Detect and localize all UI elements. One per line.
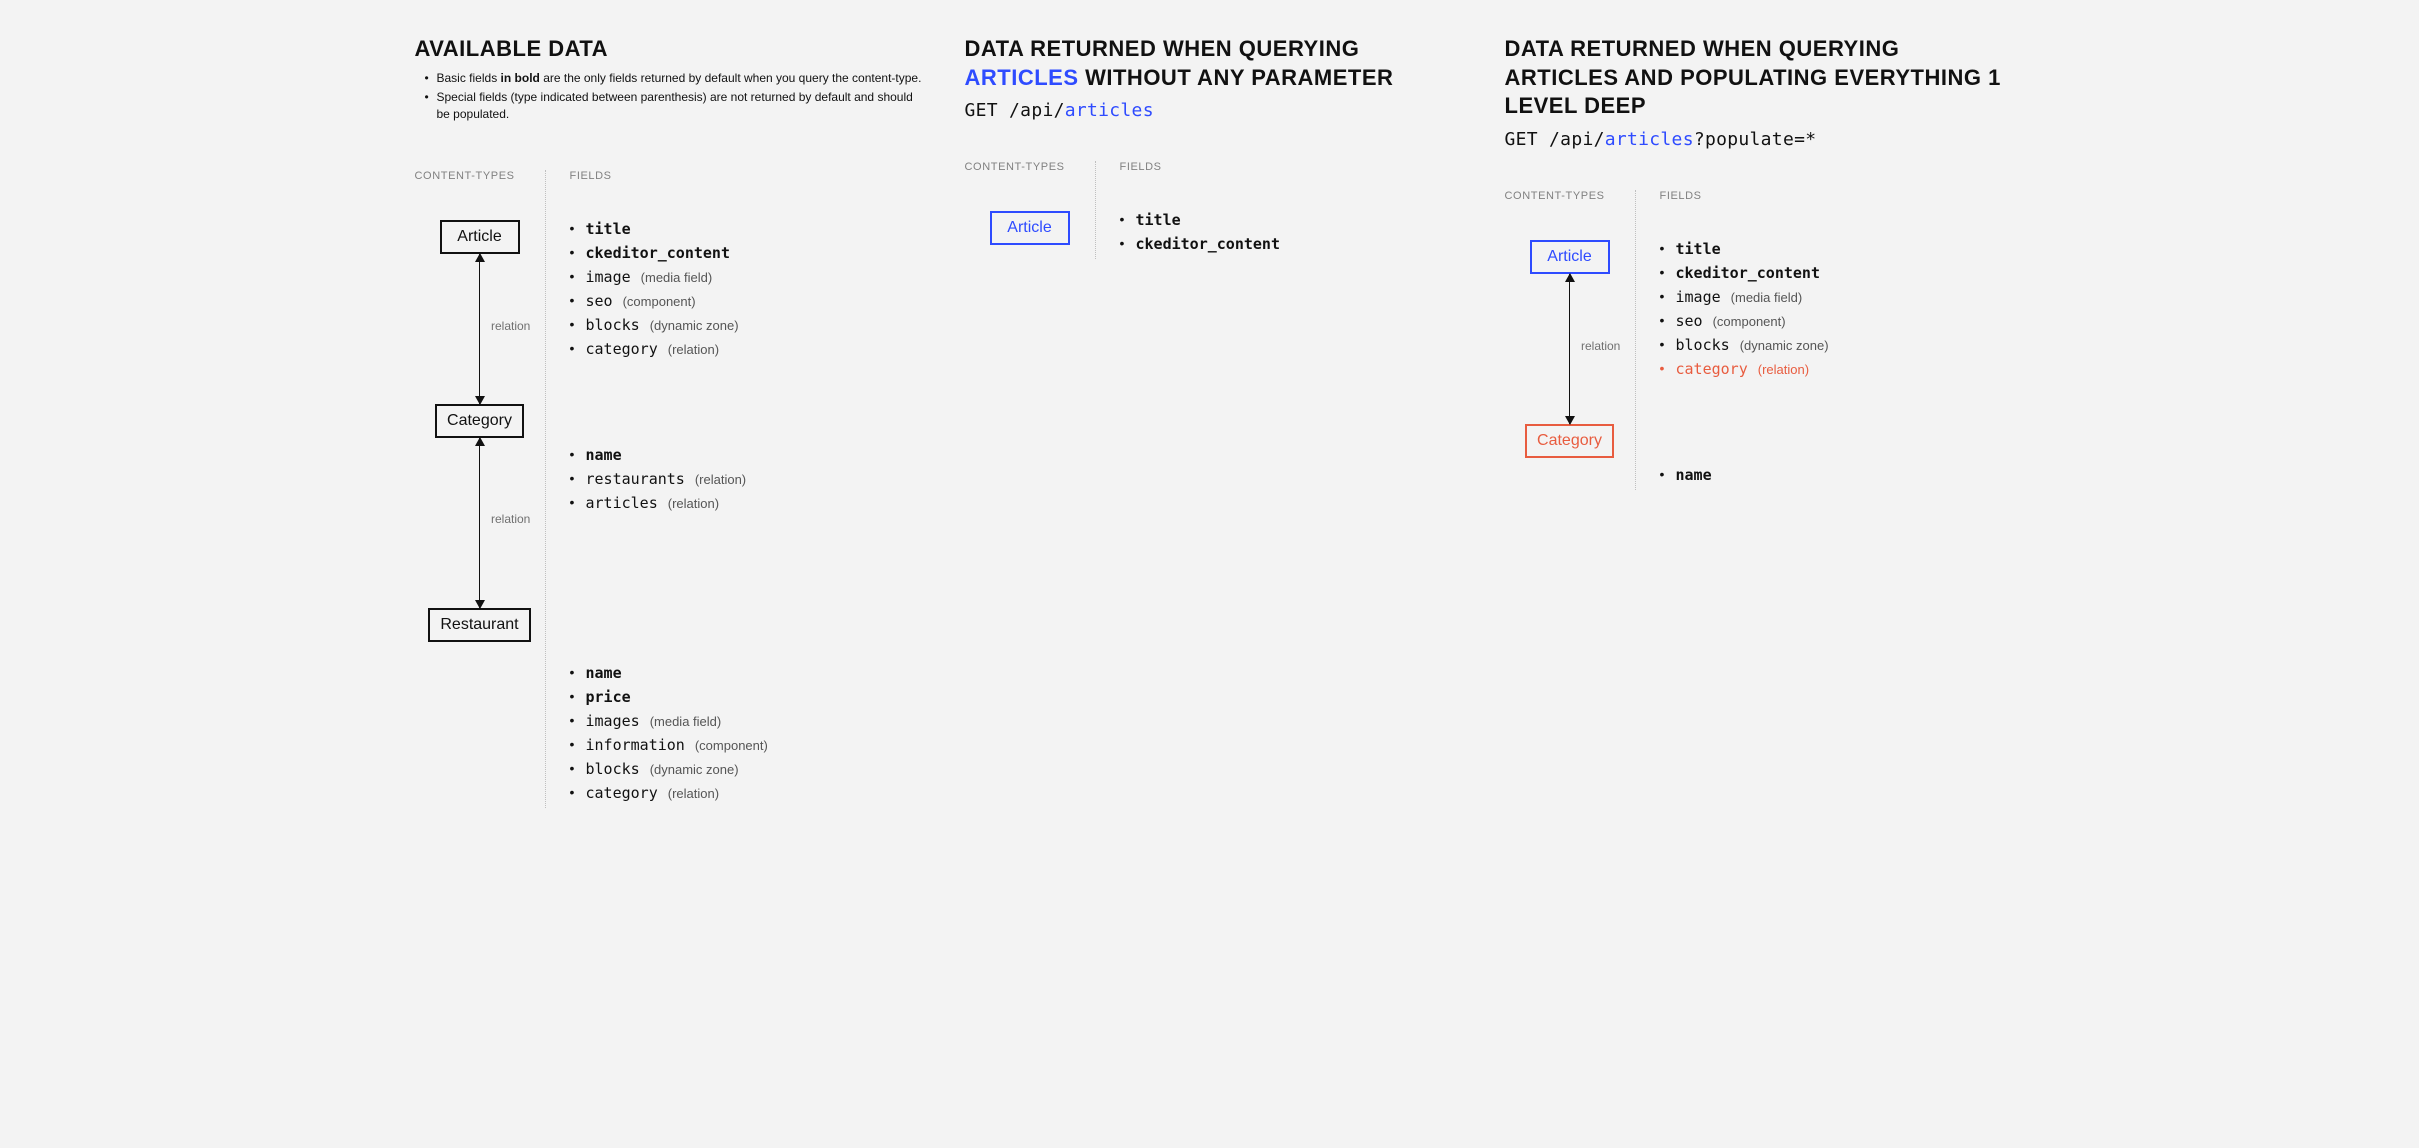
field-list: title ckeditor_content (1120, 211, 1465, 253)
field-item: images(media field) (570, 712, 925, 730)
field-item: blocks(dynamic zone) (570, 760, 925, 778)
fields-column: FIELDS title ckeditor_content (1095, 161, 1465, 259)
field-item: title (1120, 211, 1465, 229)
field-item: title (1660, 240, 2005, 258)
arrow-up-icon (475, 253, 485, 262)
connector-label: relation (491, 512, 530, 526)
field-item: image(media field) (1660, 288, 2005, 306)
field-list: title ckeditor_content image(media field… (1660, 240, 2005, 378)
field-item: blocks(dynamic zone) (570, 316, 925, 334)
content-type-box-category: Category (1525, 424, 1614, 458)
field-item: name (1660, 466, 2005, 484)
field-list: title ckeditor_content image(media field… (570, 220, 925, 358)
arrow-up-icon (1565, 273, 1575, 282)
field-item: title (570, 220, 925, 238)
field-item: category(relation) (570, 340, 925, 358)
col-head-fields: FIELDS (1660, 190, 2005, 202)
relation-connector: relation (1569, 274, 1570, 424)
connector-label: relation (1581, 339, 1620, 353)
field-item: price (570, 688, 925, 706)
field-item: ckeditor_content (570, 244, 925, 262)
panel-columns: CONTENT-TYPES Article relation Category … (415, 170, 925, 808)
panel-columns: CONTENT-TYPES Article FIELDS title ckedi… (965, 161, 1465, 259)
panel-no-param: DATA RETURNED WHEN QUERYING ARTICLES WIT… (965, 35, 1465, 808)
field-item: category(relation) (570, 784, 925, 802)
field-item: name (570, 446, 925, 464)
relation-connector: relation (479, 438, 480, 608)
panel-title: AVAILABLE DATA (415, 35, 925, 64)
field-list: name price images(media field) informati… (570, 664, 925, 802)
content-type-box-article: Article (1530, 240, 1610, 274)
content-type-box-article: Article (990, 211, 1070, 245)
field-item: category(relation) (1660, 360, 2005, 378)
col-head-fields: FIELDS (1120, 161, 1465, 173)
fields-group-category: name restaurants(relation) articles(rela… (570, 446, 925, 512)
col-head-fields: FIELDS (570, 170, 925, 182)
request-line: GET /api/articles?populate=* (1505, 129, 2005, 150)
content-types-stack: Article (965, 211, 1095, 245)
content-type-box-restaurant: Restaurant (428, 608, 530, 642)
subtitle-row: Special fields (type indicated between p… (427, 89, 925, 124)
field-item: ckeditor_content (1120, 235, 1465, 253)
field-list: name (1660, 466, 2005, 484)
col-head-content-types: CONTENT-TYPES (415, 170, 545, 182)
request-line: GET /api/articles (965, 100, 1465, 121)
field-item: articles(relation) (570, 494, 925, 512)
arrow-down-icon (1565, 416, 1575, 425)
arrow-down-icon (475, 396, 485, 405)
field-item: seo(component) (1660, 312, 2005, 330)
fields-group-article: title ckeditor_content (1120, 211, 1465, 253)
content-types-stack: Article relation Category (1505, 240, 1635, 458)
content-type-box-category: Category (435, 404, 524, 438)
content-types-column: CONTENT-TYPES Article relation Category … (415, 170, 545, 808)
fields-group-article: title ckeditor_content image(media field… (570, 220, 925, 358)
fields-column: FIELDS title ckeditor_content image(medi… (1635, 190, 2005, 490)
panel-populate: DATA RETURNED WHEN QUERYING ARTICLES AND… (1505, 35, 2005, 808)
relation-connector: relation (479, 254, 480, 404)
field-item: restaurants(relation) (570, 470, 925, 488)
content-types-column: CONTENT-TYPES Article relation Category (1505, 190, 1635, 490)
field-item: information(component) (570, 736, 925, 754)
subtitle-row: Basic fields in bold are the only fields… (427, 70, 925, 87)
field-item: ckeditor_content (1660, 264, 2005, 282)
field-list: name restaurants(relation) articles(rela… (570, 446, 925, 512)
content-types-column: CONTENT-TYPES Article (965, 161, 1095, 259)
panel-title: DATA RETURNED WHEN QUERYING ARTICLES WIT… (965, 35, 1465, 92)
arrow-down-icon (475, 600, 485, 609)
content-type-box-article: Article (440, 220, 520, 254)
field-item: name (570, 664, 925, 682)
fields-group-restaurant: name price images(media field) informati… (570, 664, 925, 802)
panel-available: AVAILABLE DATA Basic fields in bold are … (415, 35, 925, 808)
field-item: image(media field) (570, 268, 925, 286)
diagram-wrap: AVAILABLE DATA Basic fields in bold are … (0, 35, 2419, 808)
content-types-stack: Article relation Category relation Resta… (415, 220, 545, 642)
connector-label: relation (491, 319, 530, 333)
arrow-up-icon (475, 437, 485, 446)
col-head-content-types: CONTENT-TYPES (1505, 190, 1635, 202)
panel-columns: CONTENT-TYPES Article relation Category … (1505, 190, 2005, 490)
panel-title: DATA RETURNED WHEN QUERYING ARTICLES AND… (1505, 35, 2005, 121)
field-item: blocks(dynamic zone) (1660, 336, 2005, 354)
fields-group-article: title ckeditor_content image(media field… (1660, 240, 2005, 378)
fields-column: FIELDS title ckeditor_content image(medi… (545, 170, 925, 808)
panel-subtitle-list: Basic fields in bold are the only fields… (417, 70, 925, 124)
col-head-content-types: CONTENT-TYPES (965, 161, 1095, 173)
fields-group-category: name (1660, 466, 2005, 484)
field-item: seo(component) (570, 292, 925, 310)
